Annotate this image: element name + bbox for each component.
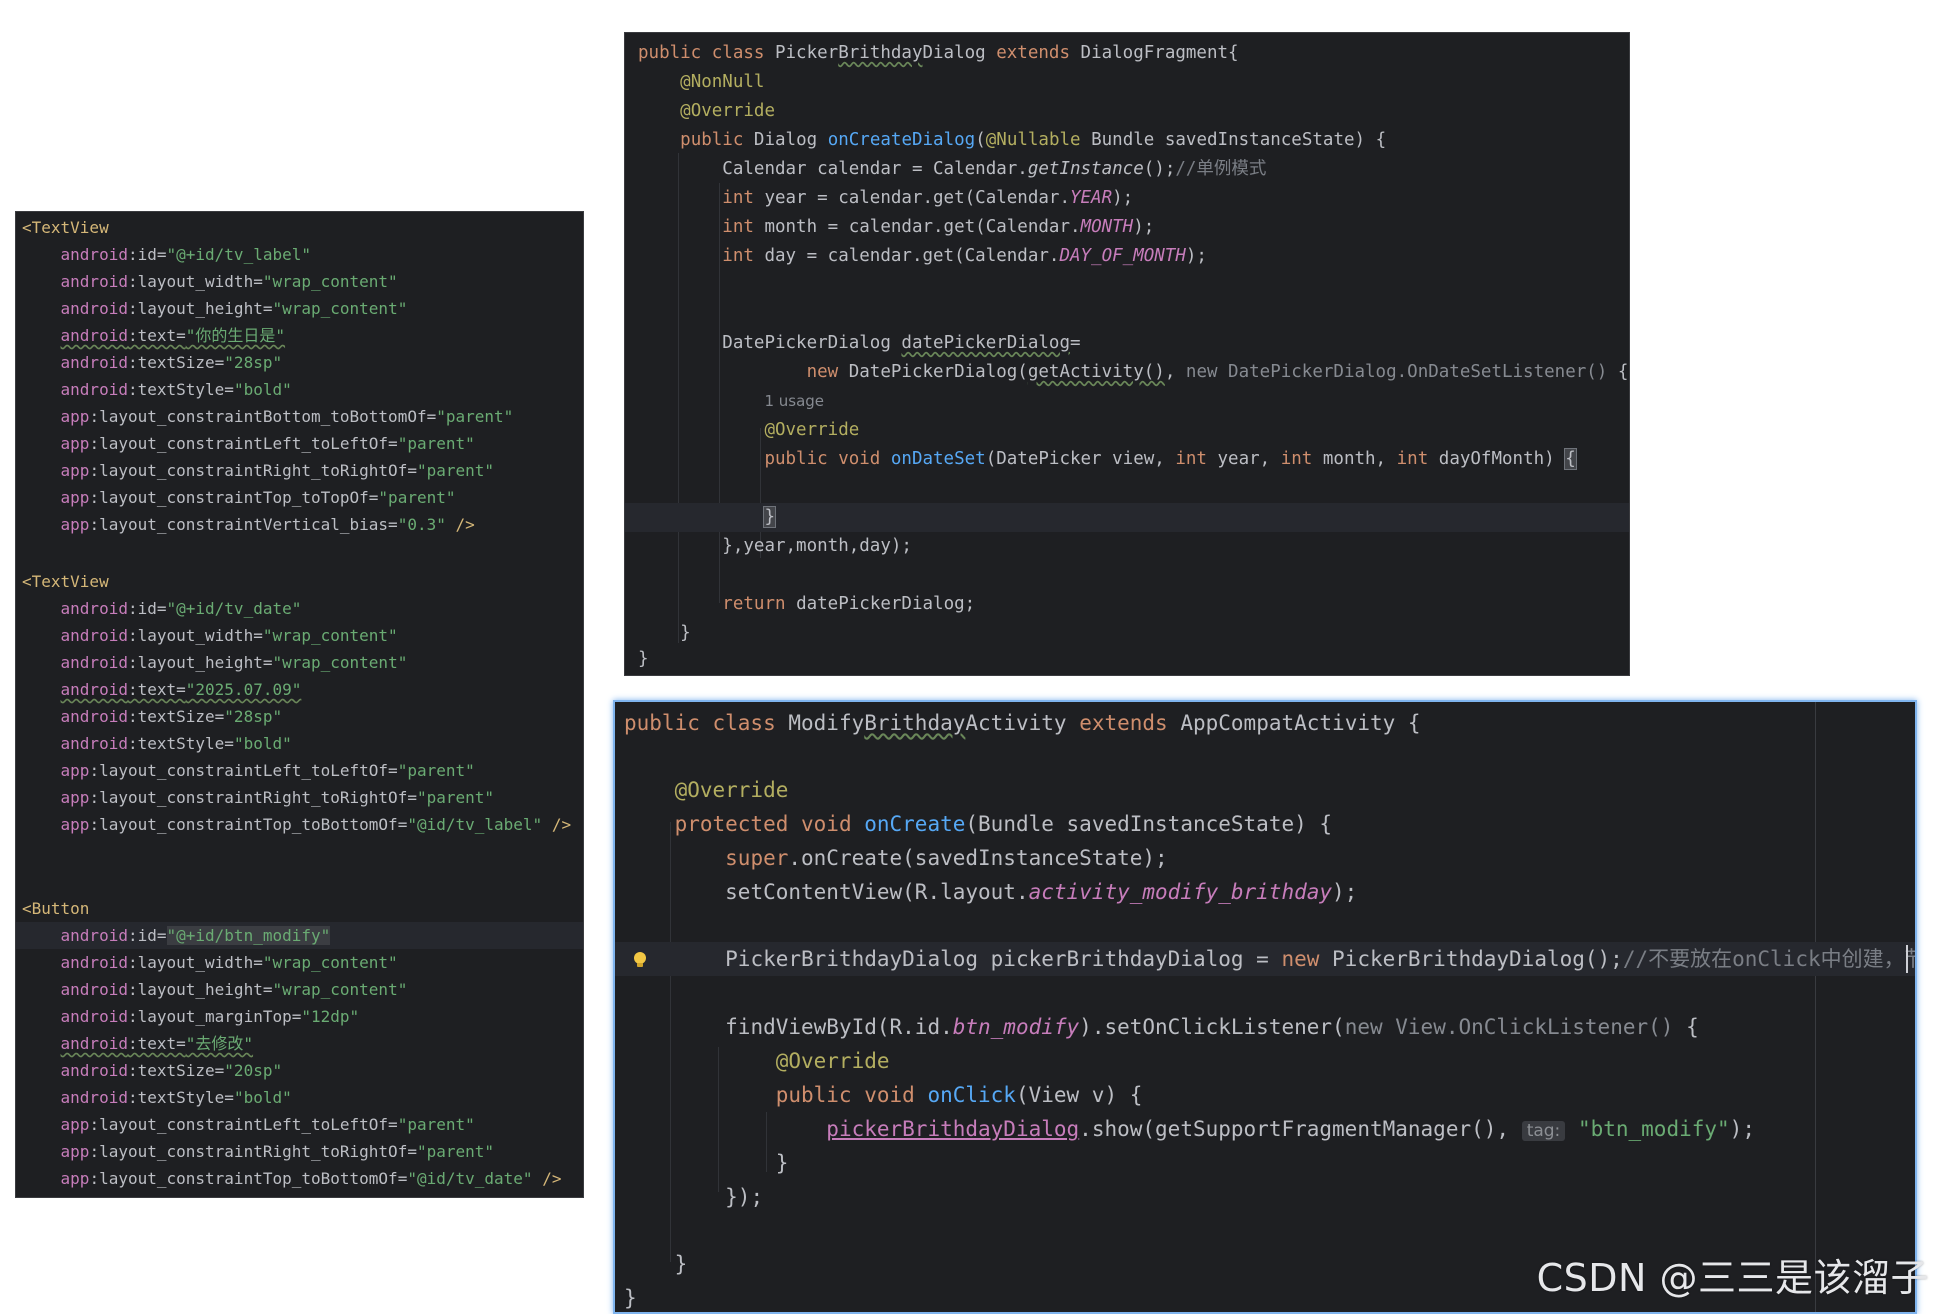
code-line: android:layout_marginTop="12dp" xyxy=(60,1007,360,1026)
text-caret xyxy=(1906,945,1908,973)
code-line: public void onDateSet(DatePicker view, i… xyxy=(764,448,1577,470)
code-line: app:layout_constraintTop_toBottomOf="@id… xyxy=(60,815,572,834)
code-line: android:textStyle="bold" xyxy=(60,380,292,399)
code-line: app:layout_constraintVertical_bias="0.3"… xyxy=(60,515,475,534)
code-line-current: PickerBrithdayDialog pickerBrithdayDialo… xyxy=(615,942,1915,976)
code-line: @Override xyxy=(674,778,789,802)
code-line: @Override xyxy=(764,420,860,440)
code-line: android:text="2025.07.09" xyxy=(60,680,302,699)
code-line: pickerBrithdayDialog.show(getSupportFrag… xyxy=(826,1117,1755,1141)
code-line: <Button xyxy=(22,899,90,918)
code-line: <TextView xyxy=(22,572,109,591)
code-line: <TextView xyxy=(22,218,109,237)
java-editor-modify-activity[interactable]: public class ModifyBrithdayActivity exte… xyxy=(613,700,1917,1314)
code-line: android:layout_width="wrap_content" xyxy=(60,953,398,972)
code-line: app:layout_constraintTop_toTopOf="parent… xyxy=(60,488,456,507)
code-line: int month = calendar.get(Calendar.MONTH)… xyxy=(722,217,1155,237)
code-line: new DatePickerDialog(getActivity(), new … xyxy=(806,362,1629,382)
code-line: app:layout_constraintLeft_toLeftOf="pare… xyxy=(60,1115,475,1134)
code-line: android:textSize="28sp" xyxy=(60,707,283,726)
parameter-hint: tag: xyxy=(1521,1121,1566,1141)
lightbulb-icon[interactable] xyxy=(633,951,647,969)
code-line: android:textStyle="bold" xyxy=(60,734,292,753)
code-line: public Dialog onCreateDialog(@Nullable B… xyxy=(680,130,1387,150)
code-line: public void onClick(View v) { xyxy=(775,1083,1143,1107)
code-line: android:layout_width="wrap_content" xyxy=(60,272,398,291)
code-line: android:text="去修改" xyxy=(60,1034,254,1053)
code-line: android:id="@+id/tv_date" xyxy=(60,599,302,618)
code-line: app:layout_constraintRight_toRightOf="pa… xyxy=(60,788,495,807)
code-line: super.onCreate(savedInstanceState); xyxy=(725,846,1168,870)
code-line: app:layout_constraintLeft_toLeftOf="pare… xyxy=(60,434,475,453)
code-line: findViewById(R.id.btn_modify).setOnClick… xyxy=(725,1015,1699,1039)
xml-layout-editor[interactable]: <TextView android:id="@+id/tv_label" and… xyxy=(16,212,583,1197)
code-line: public class ModifyBrithdayActivity exte… xyxy=(624,711,1421,735)
code-line: android:layout_height="wrap_content" xyxy=(60,980,408,999)
code-line: DatePickerDialog datePickerDialog= xyxy=(722,333,1081,353)
code-line: } xyxy=(680,623,691,643)
code-line-current: } xyxy=(625,503,1629,532)
code-line: },year,month,day); xyxy=(722,536,912,556)
code-line: android:layout_height="wrap_content" xyxy=(60,299,408,318)
code-line: android:text="你的生日是" xyxy=(60,326,286,345)
code-line: app:layout_constraintBottom_toBottomOf="… xyxy=(60,407,514,426)
java-editor-picker-dialog[interactable]: public class PickerBrithdayDialog extend… xyxy=(625,33,1629,675)
code-line: return datePickerDialog; xyxy=(722,594,976,614)
code-line: public class PickerBrithdayDialog extend… xyxy=(638,43,1239,63)
code-line: int year = calendar.get(Calendar.YEAR); xyxy=(722,188,1134,208)
code-line: int day = calendar.get(Calendar.DAY_OF_M… xyxy=(722,246,1207,266)
code-line: } xyxy=(775,1151,789,1175)
code-line: Calendar calendar = Calendar.getInstance… xyxy=(722,159,1267,179)
code-line: app:layout_constraintTop_toBottomOf="@id… xyxy=(60,1169,562,1188)
code-line: @Override xyxy=(680,101,775,121)
code-line: android:id="@+id/tv_label" xyxy=(60,245,311,264)
code-line: setContentView(R.layout.activity_modify_… xyxy=(725,880,1358,904)
watermark: CSDN @三三是该溜子 xyxy=(1536,1256,1929,1300)
usage-hint[interactable]: 1 usage xyxy=(625,387,1629,416)
code-line: protected void onCreate(Bundle savedInst… xyxy=(674,812,1333,836)
code-line: } xyxy=(638,649,649,669)
code-line: @NonNull xyxy=(680,72,765,92)
code-line: }); xyxy=(725,1185,764,1209)
code-line: android:layout_width="wrap_content" xyxy=(60,626,398,645)
code-line: android:textSize="20sp" xyxy=(60,1061,283,1080)
code-line-current: android:id="@+id/btn_modify" xyxy=(16,922,583,949)
code-line: android:layout_height="wrap_content" xyxy=(60,653,408,672)
code-line: app:layout_constraintRight_toRightOf="pa… xyxy=(60,1142,495,1161)
code-line: app:layout_constraintLeft_toLeftOf="pare… xyxy=(60,761,475,780)
code-line: @Override xyxy=(775,1049,890,1073)
code-line: android:textSize="28sp" xyxy=(60,353,283,372)
code-line: android:textStyle="bold" xyxy=(60,1088,292,1107)
code-line: app:layout_constraintRight_toRightOf="pa… xyxy=(60,461,495,480)
